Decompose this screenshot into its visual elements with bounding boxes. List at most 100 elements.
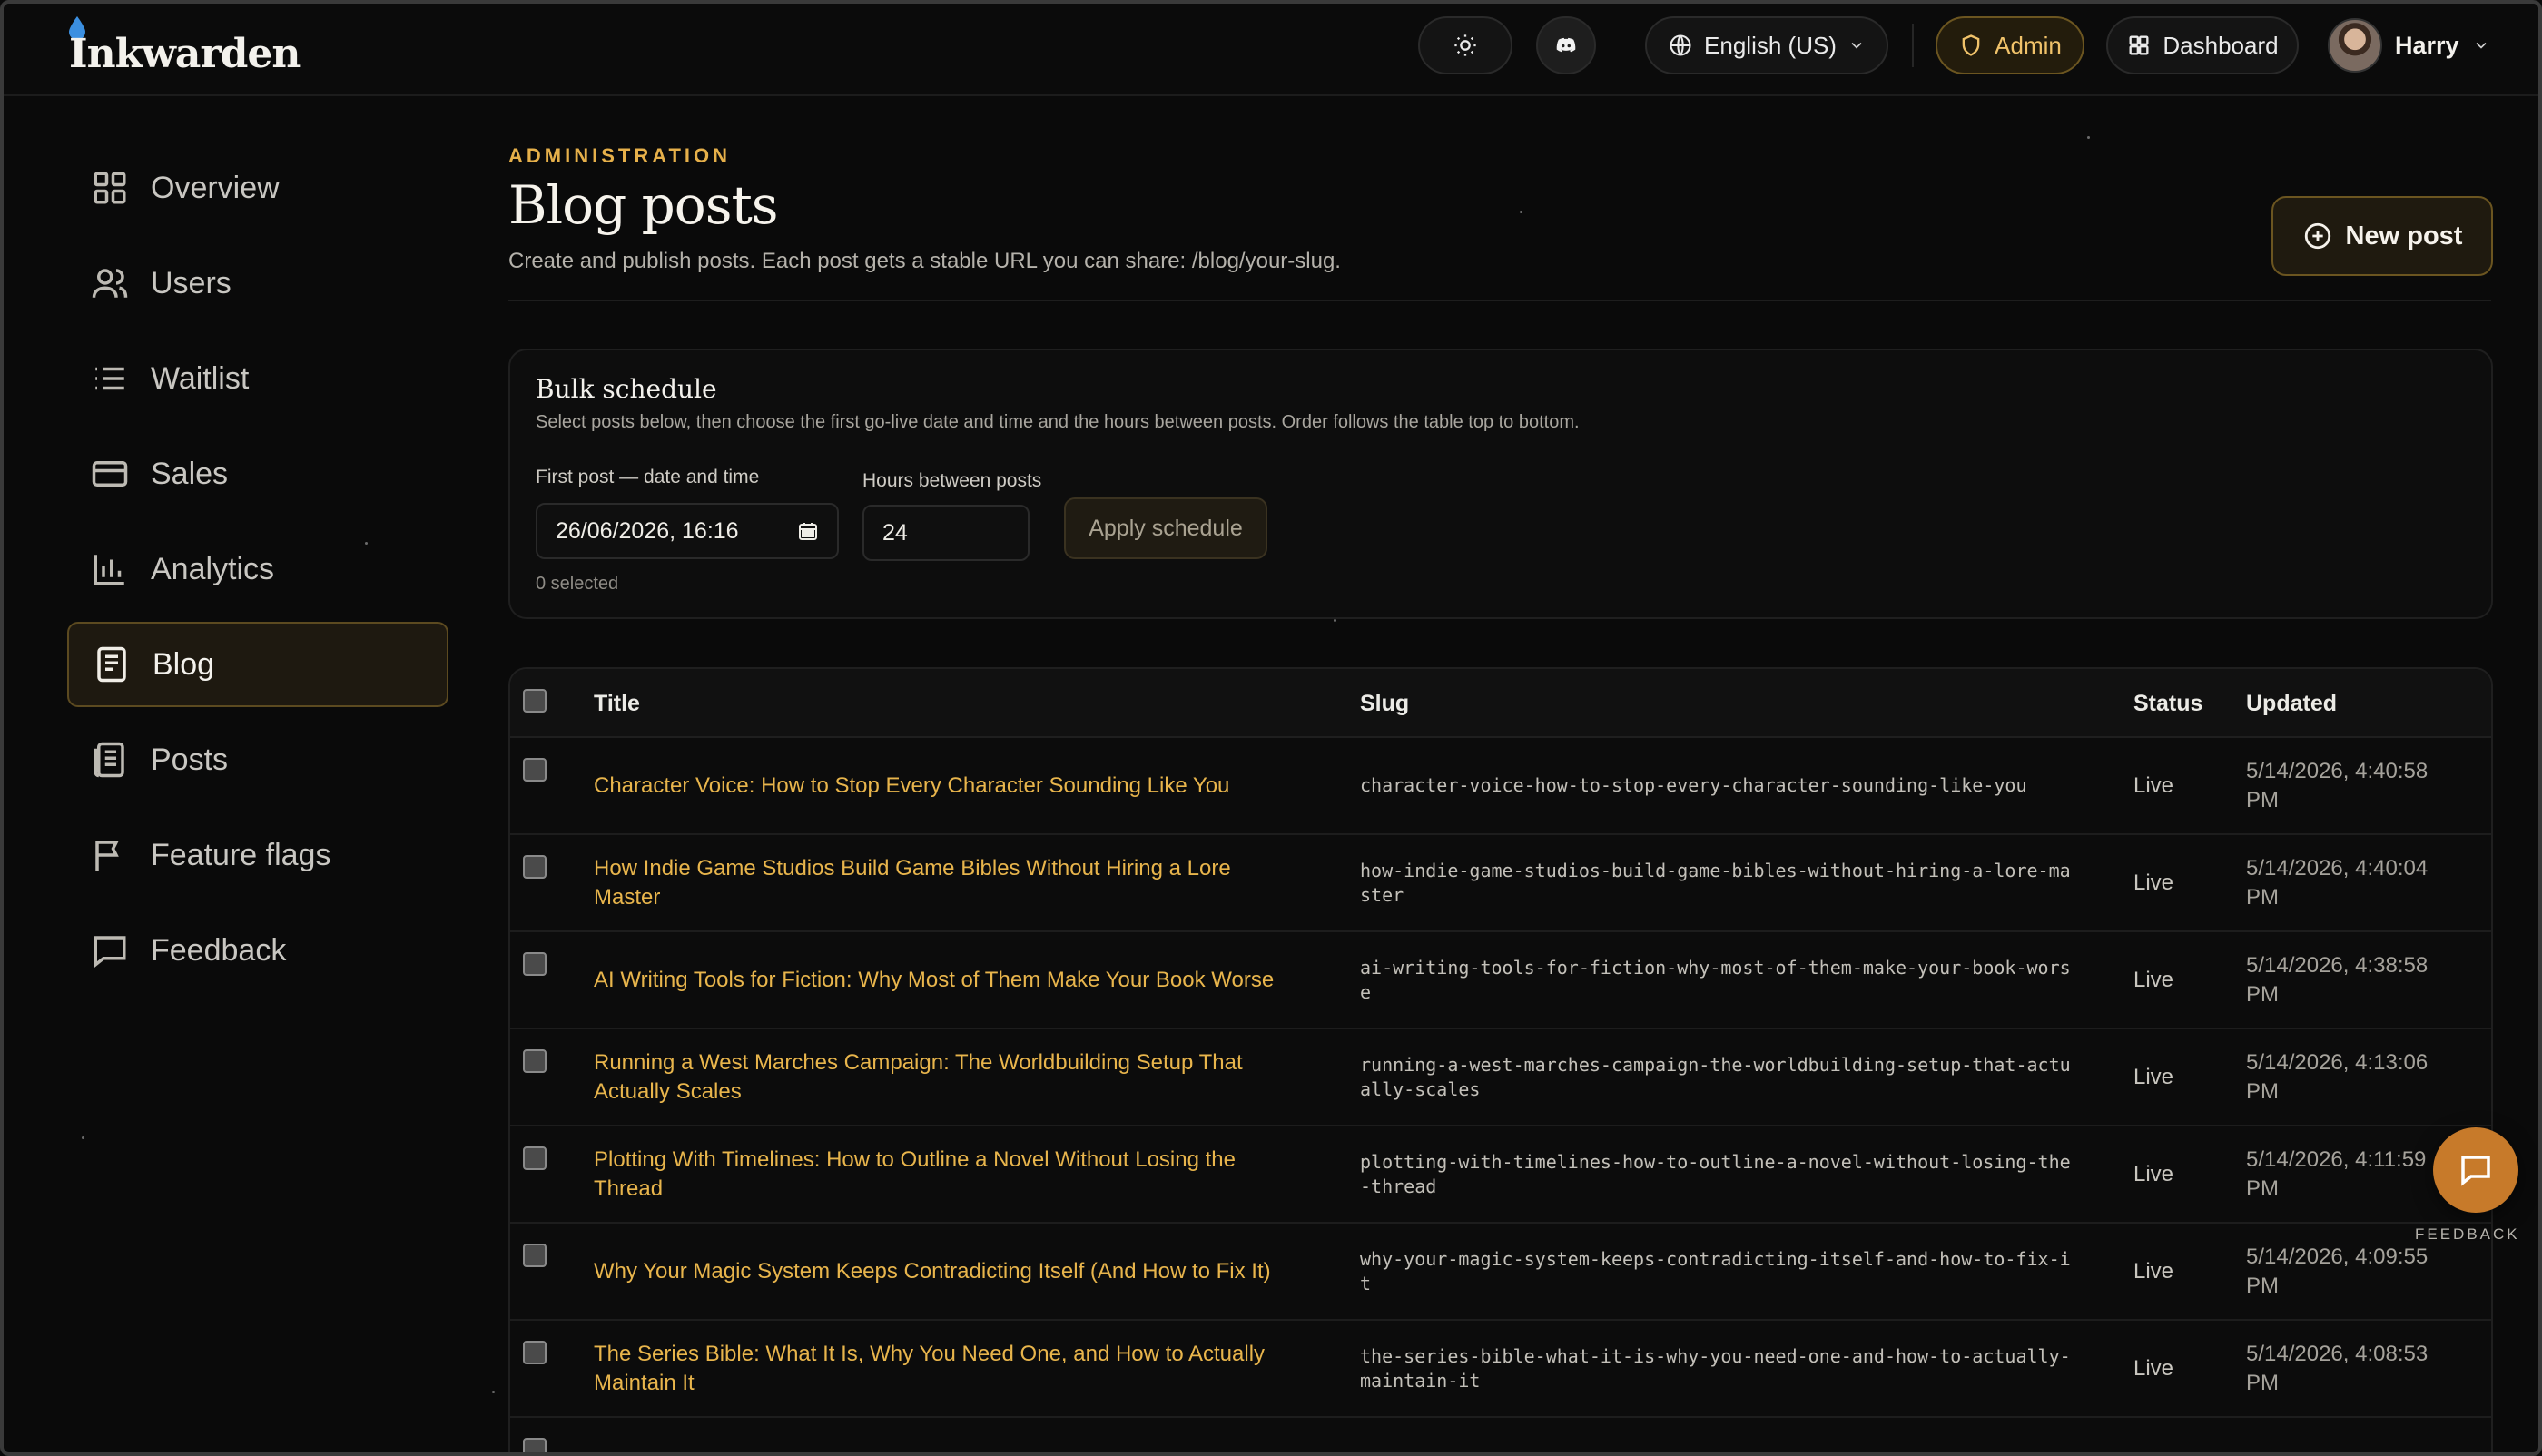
plus-circle-icon — [2304, 222, 2330, 250]
post-slug: plotting-with-timelines-how-to-outline-a… — [1360, 1150, 2071, 1197]
sidebar-item-label: Feature flags — [151, 837, 331, 872]
newspaper-icon — [94, 742, 124, 778]
status-badge: Live — [2133, 1355, 2174, 1381]
table-row[interactable]: AI Writing Tools for Fiction: Why Most o… — [510, 932, 2491, 1029]
brand-logo[interactable]: Inkwarden — [69, 31, 301, 77]
post-title-link[interactable]: Character Voice: How to Stop Every Chara… — [594, 738, 1302, 833]
column-header-updated[interactable]: Updated — [2246, 691, 2337, 717]
dashboard-button[interactable]: Dashboard — [2106, 16, 2299, 74]
row-select-checkbox[interactable] — [523, 1438, 547, 1452]
sidebar-item-label: Posts — [151, 742, 229, 777]
language-label: English (US) — [1704, 31, 1837, 59]
chevron-down-icon — [2475, 42, 2487, 49]
first-post-label: First post — date and time — [536, 467, 760, 487]
apply-schedule-button[interactable]: Apply schedule — [1064, 497, 1267, 559]
bulk-schedule-description: Select posts below, then choose the firs… — [536, 412, 1580, 432]
column-header-title[interactable]: Title — [594, 691, 640, 717]
first-post-datetime-value: 26/06/2026, 16:16 — [556, 517, 739, 544]
post-slug: the-series-bible-what-it-is-why-you-need… — [1360, 1344, 2071, 1392]
background-star — [1520, 211, 1522, 213]
post-title-link[interactable] — [594, 1418, 1302, 1452]
table-row[interactable]: obsidian-vs-inkwarden-for-fantasy-writer… — [510, 1418, 2491, 1452]
dashboard-label: Dashboard — [2163, 31, 2279, 59]
column-header-slug[interactable]: Slug — [1360, 691, 1409, 717]
select-all-checkbox[interactable] — [523, 689, 547, 713]
sidebar-item-overview[interactable]: Overview — [67, 145, 448, 231]
table-row[interactable]: Why Your Magic System Keeps Contradictin… — [510, 1224, 2491, 1321]
sidebar-item-feature-flags[interactable]: Feature flags — [67, 812, 448, 898]
updated-timestamp: 5/14/2026, 4:13:06 PM — [2246, 1049, 2429, 1104]
page-eyebrow: ADMINISTRATION — [508, 144, 732, 167]
hours-between-label: Hours between posts — [862, 470, 1042, 491]
table-header: Title Slug Status Updated — [510, 669, 2491, 738]
background-star — [1334, 619, 1336, 622]
sidebar-item-label: Feedback — [151, 932, 287, 968]
feedback-widget-label: FEEDBACK — [2415, 1225, 2520, 1243]
post-slug: ai-writing-tools-for-fiction-why-most-of… — [1360, 956, 2071, 1003]
row-select-checkbox[interactable] — [523, 952, 547, 976]
status-badge: Live — [2133, 1258, 2174, 1284]
sidebar-item-waitlist[interactable]: Waitlist — [67, 336, 448, 421]
sidebar-item-analytics[interactable]: Analytics — [67, 526, 448, 612]
sidebar-item-blog[interactable]: Blog — [67, 622, 448, 707]
row-select-checkbox[interactable] — [523, 758, 547, 782]
message-square-icon — [94, 936, 126, 969]
sidebar-item-sales[interactable]: Sales — [67, 431, 448, 516]
hours-between-input[interactable]: 24 — [862, 505, 1030, 561]
chevron-down-icon — [1851, 42, 1862, 49]
post-slug: how-indie-game-studios-build-game-bibles… — [1360, 859, 2071, 906]
sidebar-item-users[interactable]: Users — [67, 241, 448, 326]
row-select-checkbox[interactable] — [523, 1146, 547, 1170]
sidebar-item-feedback[interactable]: Feedback — [67, 908, 448, 993]
updated-timestamp: 5/14/2026, 4:08:53 PM — [2246, 1341, 2429, 1395]
discord-button[interactable] — [1536, 16, 1596, 74]
discord-icon — [1556, 37, 1576, 53]
admin-button[interactable]: Admin — [1936, 16, 2084, 74]
post-title-link[interactable]: AI Writing Tools for Fiction: Why Most o… — [594, 932, 1302, 1028]
row-select-checkbox[interactable] — [523, 1049, 547, 1073]
new-post-button[interactable]: New post — [2271, 196, 2493, 276]
table-row[interactable]: The Series Bible: What It Is, Why You Ne… — [510, 1321, 2491, 1418]
table-row[interactable]: Plotting With Timelines: How to Outline … — [510, 1126, 2491, 1224]
post-slug: character-voice-how-to-stop-every-charac… — [1360, 774, 2027, 796]
sidebar-item-label: Analytics — [151, 551, 275, 586]
page-subtitle: Create and publish posts. Each post gets… — [508, 249, 1341, 273]
posts-table: Title Slug Status Updated Character Voic… — [508, 667, 2493, 1452]
language-select[interactable]: English (US) — [1645, 16, 1888, 74]
row-select-checkbox[interactable] — [523, 1341, 547, 1364]
row-select-checkbox[interactable] — [523, 1244, 547, 1267]
background-star — [492, 1391, 495, 1393]
table-row[interactable]: How Indie Game Studios Build Game Bibles… — [510, 835, 2491, 932]
first-post-datetime-input[interactable]: 26/06/2026, 16:16 — [536, 503, 839, 559]
updated-timestamp: 5/14/2026, 4:38:58 PM — [2246, 952, 2429, 1007]
theme-toggle-button[interactable] — [1418, 16, 1512, 74]
column-header-status[interactable]: Status — [2133, 691, 2202, 717]
updated-timestamp: 5/14/2026, 4:40:04 PM — [2246, 855, 2429, 910]
table-row[interactable]: Running a West Marches Campaign: The Wor… — [510, 1029, 2491, 1126]
sidebar-item-label: Waitlist — [151, 360, 250, 396]
row-select-checkbox[interactable] — [523, 855, 547, 879]
user-menu[interactable]: Harry — [2328, 16, 2490, 74]
globe-icon — [1670, 34, 1691, 56]
status-badge: Live — [2133, 772, 2174, 798]
calendar-icon[interactable] — [797, 520, 819, 542]
grid-icon — [2129, 35, 2149, 55]
status-badge: Live — [2133, 1161, 2174, 1186]
status-badge: Live — [2133, 967, 2174, 992]
post-title-link[interactable]: How Indie Game Studios Build Game Bibles… — [594, 835, 1302, 930]
document-icon — [97, 646, 126, 683]
updated-timestamp: 5/14/2026, 4:40:58 PM — [2246, 758, 2429, 812]
sidebar-item-label: Blog — [153, 646, 215, 682]
sidebar-item-posts[interactable]: Posts — [67, 717, 448, 802]
post-title-link[interactable]: Why Your Magic System Keeps Contradictin… — [594, 1224, 1302, 1319]
credit-card-icon — [92, 461, 128, 487]
table-row[interactable]: Character Voice: How to Stop Every Chara… — [510, 738, 2491, 835]
post-title-link[interactable]: Plotting With Timelines: How to Outline … — [594, 1126, 1302, 1222]
post-title-link[interactable]: The Series Bible: What It Is, Why You Ne… — [594, 1321, 1302, 1416]
post-title-link[interactable]: Running a West Marches Campaign: The Wor… — [594, 1029, 1302, 1125]
sidebar: Overview Users Waitlist Sales Analytics … — [4, 98, 476, 1452]
header-divider — [508, 300, 2491, 301]
shield-icon — [1962, 34, 1980, 56]
feedback-widget-button[interactable] — [2433, 1127, 2518, 1213]
bulk-schedule-card: Bulk schedule Select posts below, then c… — [508, 349, 2493, 619]
